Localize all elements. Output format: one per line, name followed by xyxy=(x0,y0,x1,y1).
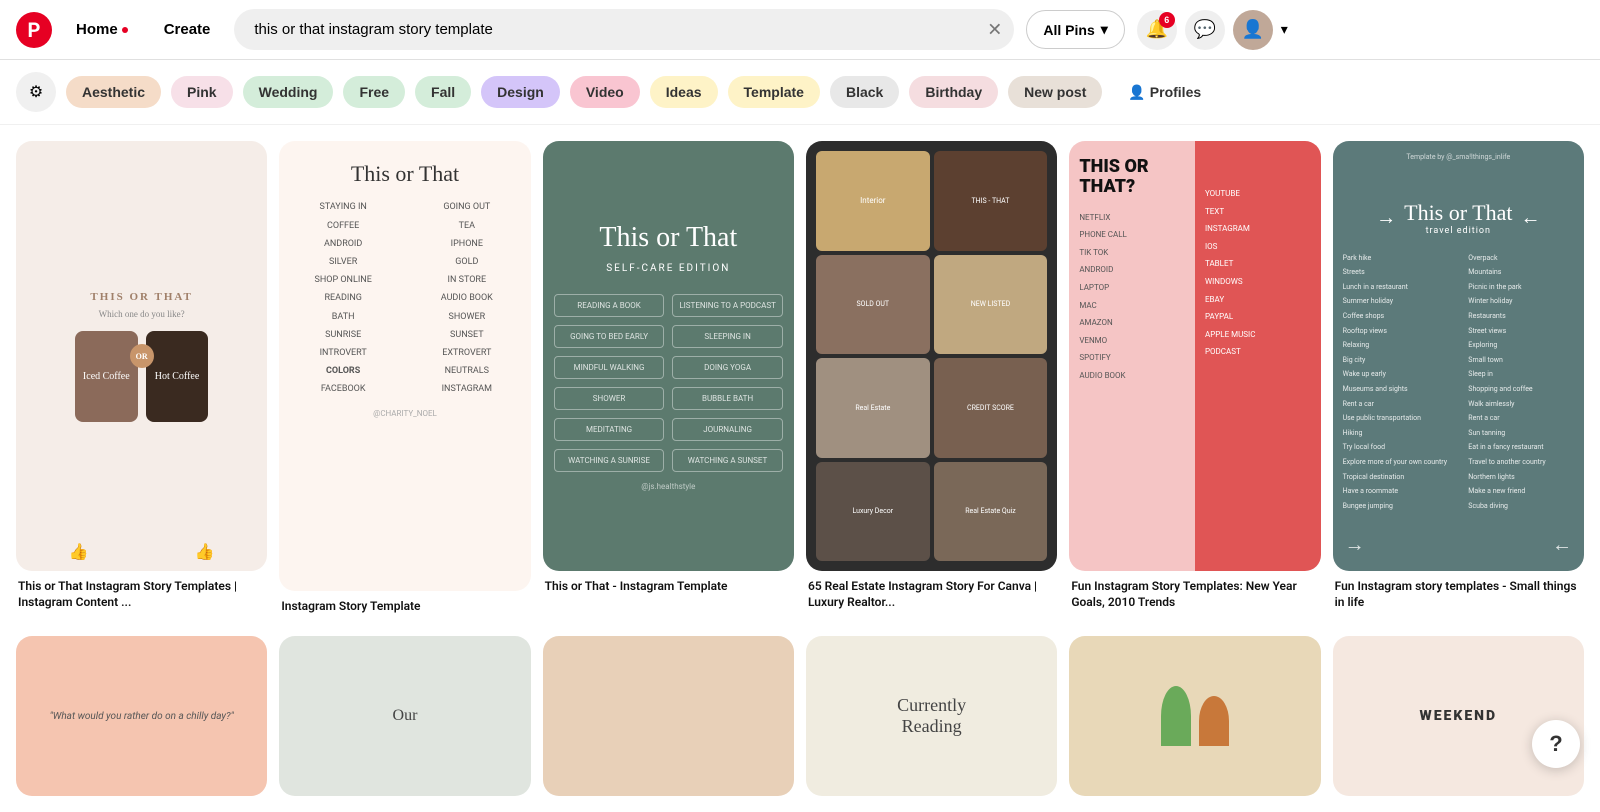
header: P Home Create ✕ All Pins ▾ 🔔 6 💬 👤 ▾ xyxy=(0,0,1600,60)
chevron-icon: ▾ xyxy=(1281,21,1288,37)
chevron-down-icon: ▾ xyxy=(1101,21,1108,38)
pin-image-4: Interior THIS - THAT SOLD OUT NEW LISTED… xyxy=(806,141,1057,571)
pin-image-2: This or That STAYING INGOING OUT COFFEET… xyxy=(279,141,530,591)
chip-template[interactable]: Template xyxy=(728,76,820,108)
filter-bar: ⚙ Aesthetic Pink Wedding Free Fall Design Vide… xyxy=(0,60,1600,125)
all-pins-button[interactable]: All Pins ▾ xyxy=(1026,10,1124,49)
chip-ideas[interactable]: Ideas xyxy=(650,76,718,108)
chip-birthday[interactable]: Birthday xyxy=(909,76,998,108)
pin-image-3: This or That SELF-CARE EDITION READING A… xyxy=(543,141,794,571)
message-icon: 💬 xyxy=(1194,19,1216,40)
pinterest-logo[interactable]: P xyxy=(16,12,52,48)
bottom-row: "What would you rather do on a chilly da… xyxy=(0,636,1600,812)
chip-pink[interactable]: Pink xyxy=(171,76,233,108)
create-nav-button[interactable]: Create xyxy=(152,13,223,46)
search-bar: ✕ xyxy=(234,9,1014,50)
help-button[interactable]: ? xyxy=(1532,720,1580,768)
chip-new post[interactable]: New post xyxy=(1008,76,1102,108)
logo-symbol: P xyxy=(28,18,41,42)
pin-image-5: THIS OR THAT? NETFLIXPHONE CALLTIK TOK A… xyxy=(1069,141,1320,571)
help-icon: ? xyxy=(1549,731,1562,757)
chips-container: Aesthetic Pink Wedding Free Fall Design Video I… xyxy=(66,76,1217,109)
messages-button[interactable]: 💬 xyxy=(1185,10,1225,50)
notifications-button[interactable]: 🔔 6 xyxy=(1137,10,1177,50)
bottom-card[interactable] xyxy=(1069,636,1320,796)
pin-card[interactable]: THIS OR THAT Which one do you like? Iced… xyxy=(16,141,267,610)
chip-profiles[interactable]: 👤Profiles xyxy=(1112,76,1217,109)
filter-settings-button[interactable]: ⚙ xyxy=(16,72,56,112)
avatar[interactable]: 👤 xyxy=(1233,10,1273,50)
pin-title: This or That Instagram Story Templates |… xyxy=(16,579,267,610)
pin-title: Fun Instagram story templates - Small th… xyxy=(1333,579,1584,610)
home-dot xyxy=(122,27,128,33)
pin-card[interactable]: This or That SELF-CARE EDITION READING A… xyxy=(543,141,794,595)
pin-title: Instagram Story Template xyxy=(279,599,530,615)
notif-badge: 6 xyxy=(1159,12,1175,28)
bottom-card[interactable]: Our xyxy=(279,636,530,796)
pin-card[interactable]: Template by @_sma!lthings_inlife → This … xyxy=(1333,141,1584,610)
pin-image-1: THIS OR THAT Which one do you like? Iced… xyxy=(16,141,267,571)
pins-grid: THIS OR THAT Which one do you like? Iced… xyxy=(0,125,1600,636)
filter-icon: ⚙ xyxy=(29,82,43,102)
avatar-chevron-button[interactable]: ▾ xyxy=(1281,21,1288,38)
bottom-card[interactable]: WEEKEND xyxy=(1333,636,1584,796)
pin-card[interactable]: THIS OR THAT? NETFLIXPHONE CALLTIK TOK A… xyxy=(1069,141,1320,610)
chip-design[interactable]: Design xyxy=(481,76,560,108)
create-label: Create xyxy=(164,21,211,38)
all-pins-label: All Pins xyxy=(1043,22,1094,38)
pin-title: 65 Real Estate Instagram Story For Canva… xyxy=(806,579,1057,610)
pin-title: Fun Instagram Story Templates: New Year … xyxy=(1069,579,1320,610)
pin-image-6: Template by @_sma!lthings_inlife → This … xyxy=(1333,141,1584,571)
bottom-card[interactable] xyxy=(543,636,794,796)
pin-card[interactable]: This or That STAYING INGOING OUT COFFEET… xyxy=(279,141,530,615)
bottom-card[interactable]: CurrentlyReading xyxy=(806,636,1057,796)
search-input[interactable] xyxy=(234,9,1014,50)
header-icons: 🔔 6 💬 👤 ▾ xyxy=(1137,10,1288,50)
pin-card[interactable]: Interior THIS - THAT SOLD OUT NEW LISTED… xyxy=(806,141,1057,610)
home-nav-button[interactable]: Home xyxy=(64,13,140,46)
home-label: Home xyxy=(76,21,118,38)
chip-black[interactable]: Black xyxy=(830,76,899,108)
chip-wedding[interactable]: Wedding xyxy=(243,76,334,108)
bottom-card[interactable]: "What would you rather do on a chilly da… xyxy=(16,636,267,796)
chip-fall[interactable]: Fall xyxy=(415,76,471,108)
chip-free[interactable]: Free xyxy=(343,76,405,108)
chip-video[interactable]: Video xyxy=(570,76,640,108)
chip-aesthetic[interactable]: Aesthetic xyxy=(66,76,161,108)
pin-title: This or That - Instagram Template xyxy=(543,579,794,595)
clear-search-icon[interactable]: ✕ xyxy=(987,19,1002,40)
